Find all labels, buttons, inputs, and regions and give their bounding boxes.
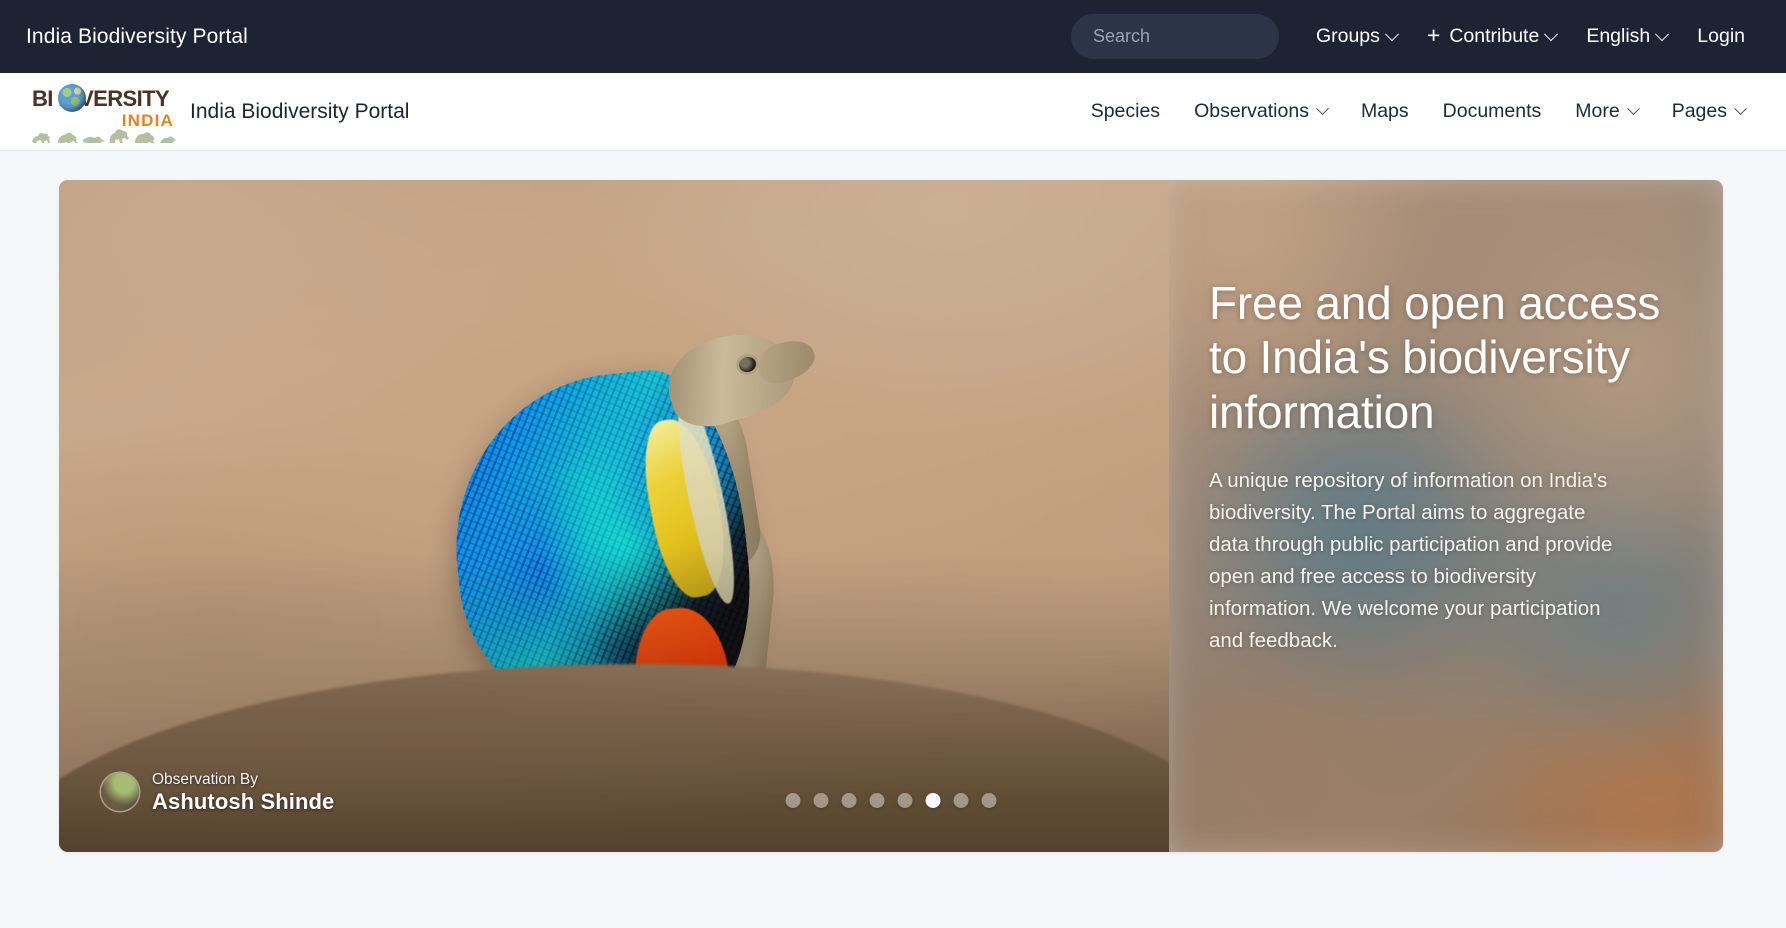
nav-item-pages-label: Pages xyxy=(1671,100,1727,122)
topbar-item-login-label: Login xyxy=(1697,25,1745,47)
chevron-down-icon xyxy=(1316,102,1329,116)
site-title: India Biodiversity Portal xyxy=(190,99,410,123)
topbar-right-group: Groups + Contribute English Login xyxy=(1070,14,1760,59)
hero-description: A unique repository of information on In… xyxy=(1209,468,1613,652)
chevron-down-icon xyxy=(1734,102,1747,116)
animal-silhouettes-icon xyxy=(32,128,176,143)
nav-item-species-label: Species xyxy=(1090,100,1161,122)
topbar-item-contribute[interactable]: + Contribute xyxy=(1412,22,1571,48)
page-content: Observation By Ashutosh Shinde Free and … xyxy=(0,151,1786,852)
attribution-name: Ashutosh Shinde xyxy=(152,788,335,814)
hero-photo: Observation By Ashutosh Shinde xyxy=(59,180,1169,852)
globe-icon xyxy=(58,83,86,112)
carousel-dot-6[interactable] xyxy=(925,793,941,808)
topbar-item-groups-label: Groups xyxy=(1315,25,1380,47)
nav-item-maps-label: Maps xyxy=(1360,100,1409,122)
biodiversity-india-logo-icon: BI DIVERSITY INDIA xyxy=(30,81,176,143)
logo-wordmark: BI DIVERSITY xyxy=(32,85,170,111)
nav-item-observations-label: Observations xyxy=(1194,100,1309,122)
nav-item-maps[interactable]: Maps xyxy=(1344,100,1426,123)
observation-attribution[interactable]: Observation By Ashutosh Shinde xyxy=(101,771,334,814)
nav-item-species[interactable]: Species xyxy=(1074,100,1177,123)
nav-item-documents[interactable]: Documents xyxy=(1426,100,1559,123)
carousel-dot-1[interactable] xyxy=(785,793,801,808)
carousel-dot-5[interactable] xyxy=(897,793,913,808)
chevron-down-icon xyxy=(1626,102,1640,116)
nav-item-pages[interactable]: Pages xyxy=(1655,100,1762,123)
chevron-down-icon xyxy=(1544,26,1559,41)
top-utility-bar: India Biodiversity Portal Groups + Contr… xyxy=(0,0,1786,73)
nav-item-observations[interactable]: Observations xyxy=(1177,100,1344,123)
attribution-label: Observation By xyxy=(152,770,258,788)
nav-item-more-label: More xyxy=(1575,100,1620,122)
hero-title: Free and open access to India's biodiver… xyxy=(1209,277,1661,438)
nav-item-more[interactable]: More xyxy=(1558,100,1654,123)
chevron-down-icon xyxy=(1655,26,1670,41)
nav-item-documents-label: Documents xyxy=(1442,100,1542,122)
main-nav-links: Species Observations Maps Documents More… xyxy=(1074,100,1762,123)
carousel-dot-7[interactable] xyxy=(953,793,969,808)
chevron-down-icon xyxy=(1384,26,1399,41)
site-logo-link[interactable]: BI DIVERSITY INDIA India Biodiversity Po… xyxy=(30,81,409,143)
attribution-text: Observation By Ashutosh Shinde xyxy=(152,771,334,814)
avatar xyxy=(101,773,139,812)
plus-icon: + xyxy=(1426,22,1441,48)
carousel-dot-4[interactable] xyxy=(869,793,885,808)
hero-carousel: Observation By Ashutosh Shinde Free and … xyxy=(59,180,1723,852)
main-navigation-bar: BI DIVERSITY INDIA India Biodiversity Po… xyxy=(0,73,1786,151)
carousel-dots[interactable] xyxy=(785,793,997,808)
topbar-item-english[interactable]: English xyxy=(1571,25,1682,48)
topbar-brand[interactable]: India Biodiversity Portal xyxy=(26,25,248,49)
carousel-dot-8[interactable] xyxy=(981,793,997,808)
topbar-item-login[interactable]: Login xyxy=(1682,25,1760,48)
search-input[interactable] xyxy=(1070,14,1279,59)
topbar-item-contribute-label: Contribute xyxy=(1449,25,1540,47)
hero-text-panel: Free and open access to India's biodiver… xyxy=(1169,180,1723,852)
carousel-dot-3[interactable] xyxy=(841,793,857,808)
topbar-item-english-label: English xyxy=(1586,25,1651,47)
carousel-dot-2[interactable] xyxy=(813,793,829,808)
topbar-item-groups[interactable]: Groups xyxy=(1301,25,1412,48)
